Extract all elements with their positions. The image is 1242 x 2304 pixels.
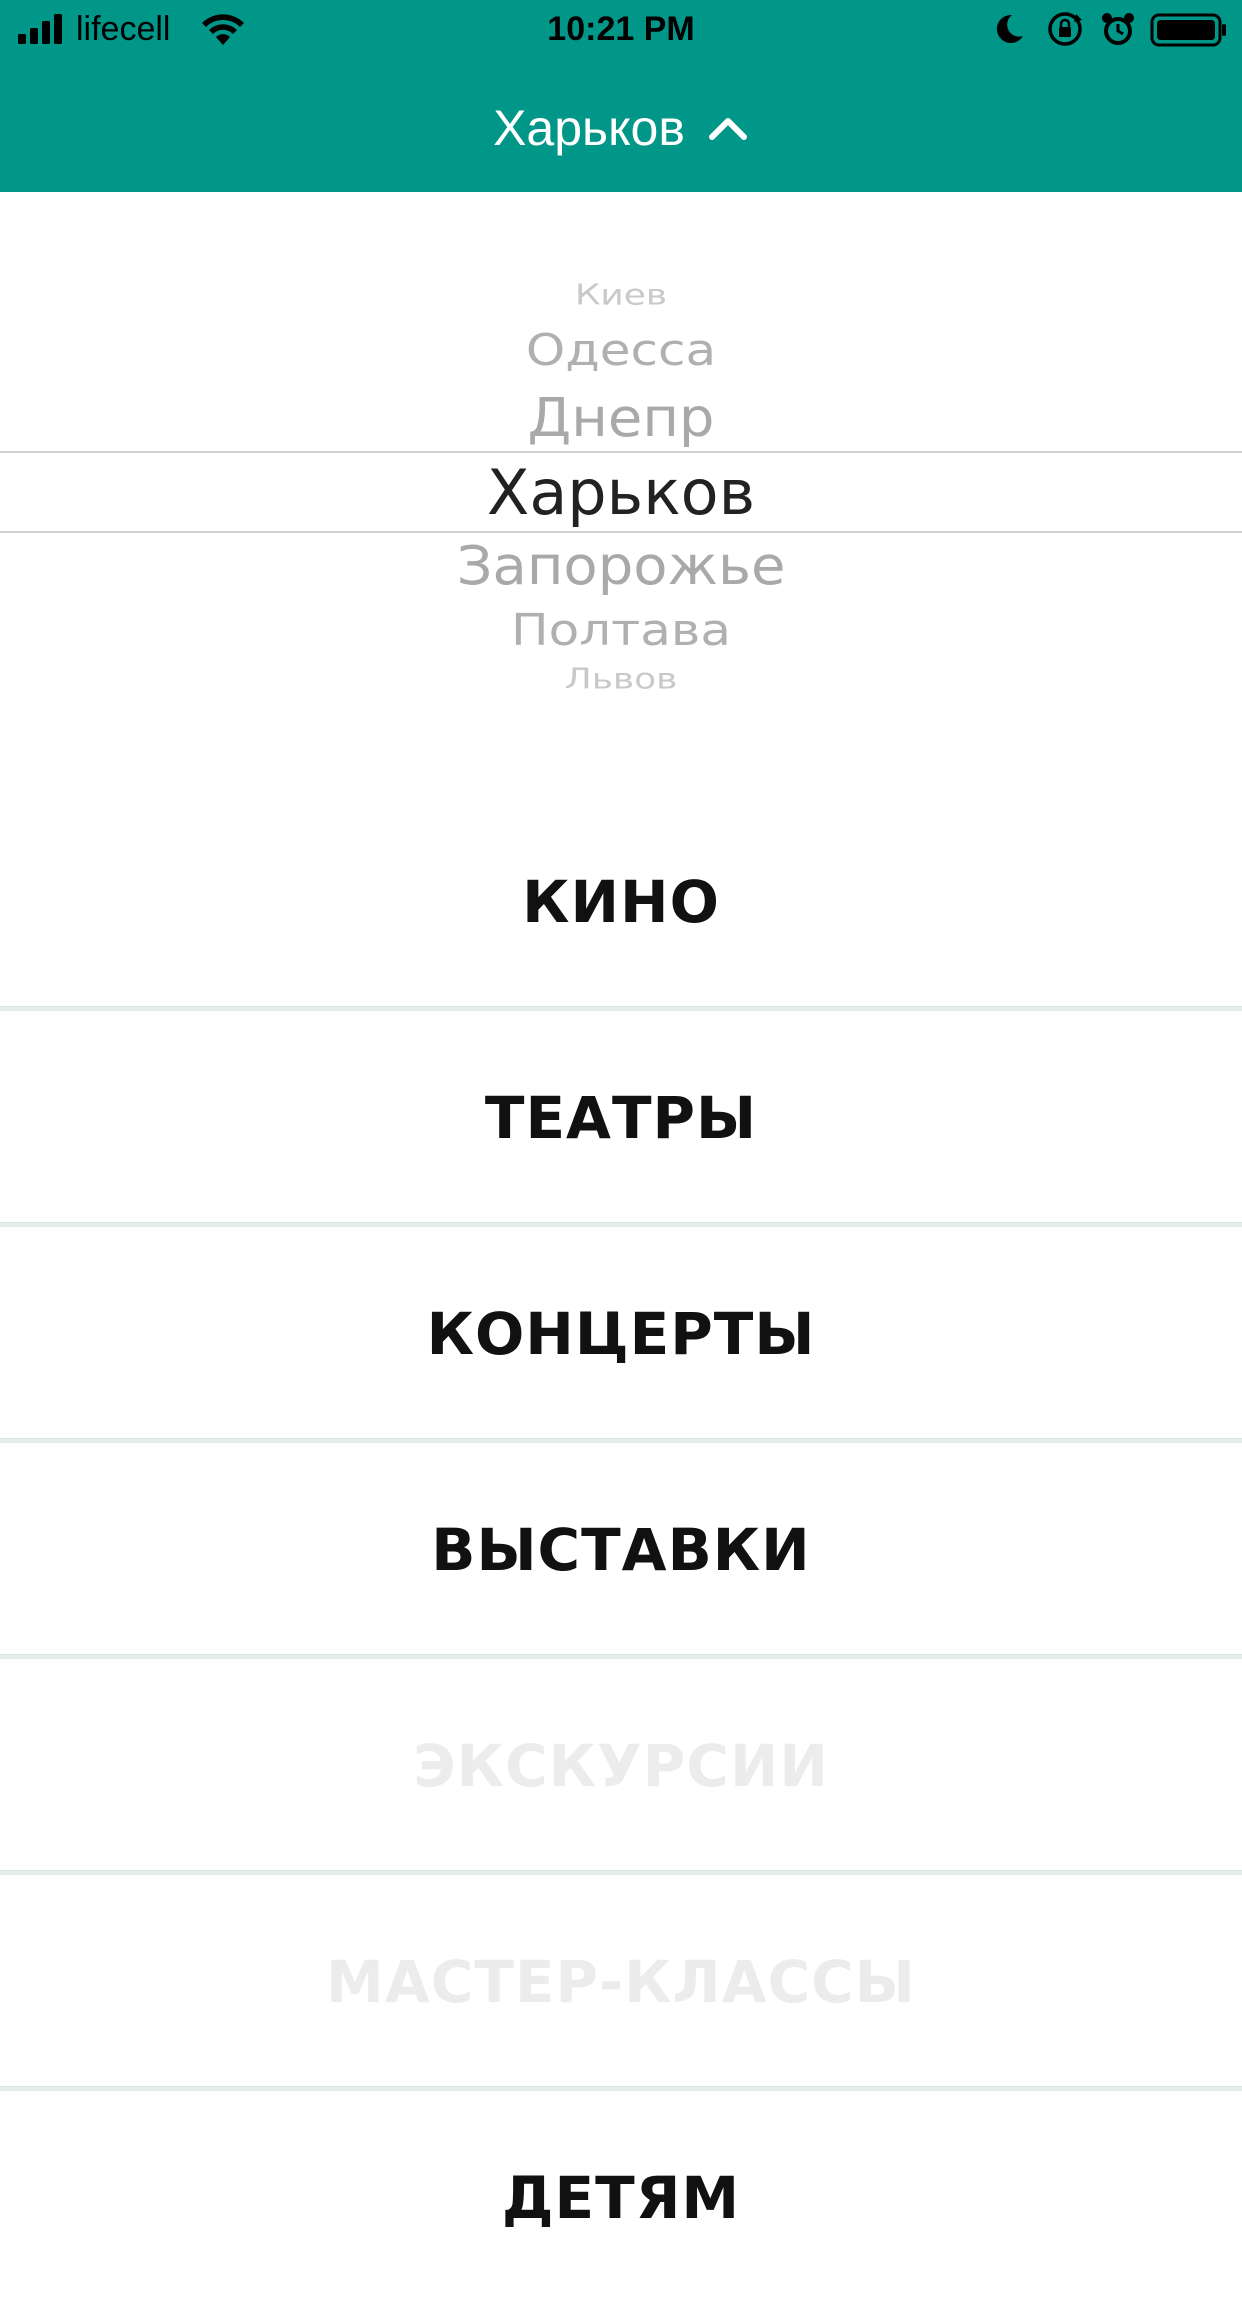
picker-selection-bottom-line: [0, 531, 1242, 533]
orientation-lock-icon: [1048, 12, 1082, 46]
battery-icon: [1150, 13, 1226, 47]
picker-item-lviv[interactable]: Львов: [0, 663, 1242, 697]
city-picker[interactable]: Киев Одесса Днепр Харьков Запорожье Полт…: [0, 192, 1242, 812]
category-excursions: ЭКСКУРСИИ: [413, 1732, 829, 1800]
status-bar: lifecell 10:21 PM: [0, 0, 1242, 60]
city-selector-toggle[interactable]: Харьков: [493, 92, 749, 164]
picker-item-kiev[interactable]: Киев: [0, 279, 1242, 313]
picker-item-kharkiv-selected[interactable]: Харьков: [0, 454, 1242, 532]
list-divider: [0, 1222, 1242, 1227]
category-concerts[interactable]: КОНЦЕРТЫ: [0, 1228, 1242, 1440]
list-divider: [0, 2086, 1242, 2091]
picker-selection-top-line: [0, 451, 1242, 453]
header-title-area: Харьков: [0, 92, 1242, 164]
alarm-clock-icon: [1102, 13, 1134, 45]
app-header: lifecell 10:21 PM Харьков: [0, 0, 1242, 192]
list-divider: [0, 1438, 1242, 1443]
category-exhibitions[interactable]: ВЫСТАВКИ: [0, 1444, 1242, 1656]
category-cinema[interactable]: КИНО: [0, 796, 1242, 1008]
picker-item-odessa[interactable]: Одесса: [0, 324, 1242, 377]
list-divider: [0, 1654, 1242, 1659]
picker-item-poltava[interactable]: Полтава: [0, 604, 1242, 657]
picker-item-zaporizhzhia[interactable]: Запорожье: [0, 536, 1242, 599]
category-theatres[interactable]: ТЕАТРЫ: [0, 1012, 1242, 1224]
picker-item-dnipro[interactable]: Днепр: [0, 388, 1242, 451]
do-not-disturb-moon-icon: [996, 14, 1023, 43]
list-divider: [0, 1870, 1242, 1875]
chevron-up-icon: [708, 118, 747, 140]
selected-city-title: Харьков: [493, 100, 685, 156]
category-master-classes: МАСТЕР-КЛАССЫ: [326, 1948, 916, 2016]
category-kids[interactable]: ДЕТЯМ: [0, 2092, 1242, 2304]
list-divider: [0, 1006, 1242, 1011]
